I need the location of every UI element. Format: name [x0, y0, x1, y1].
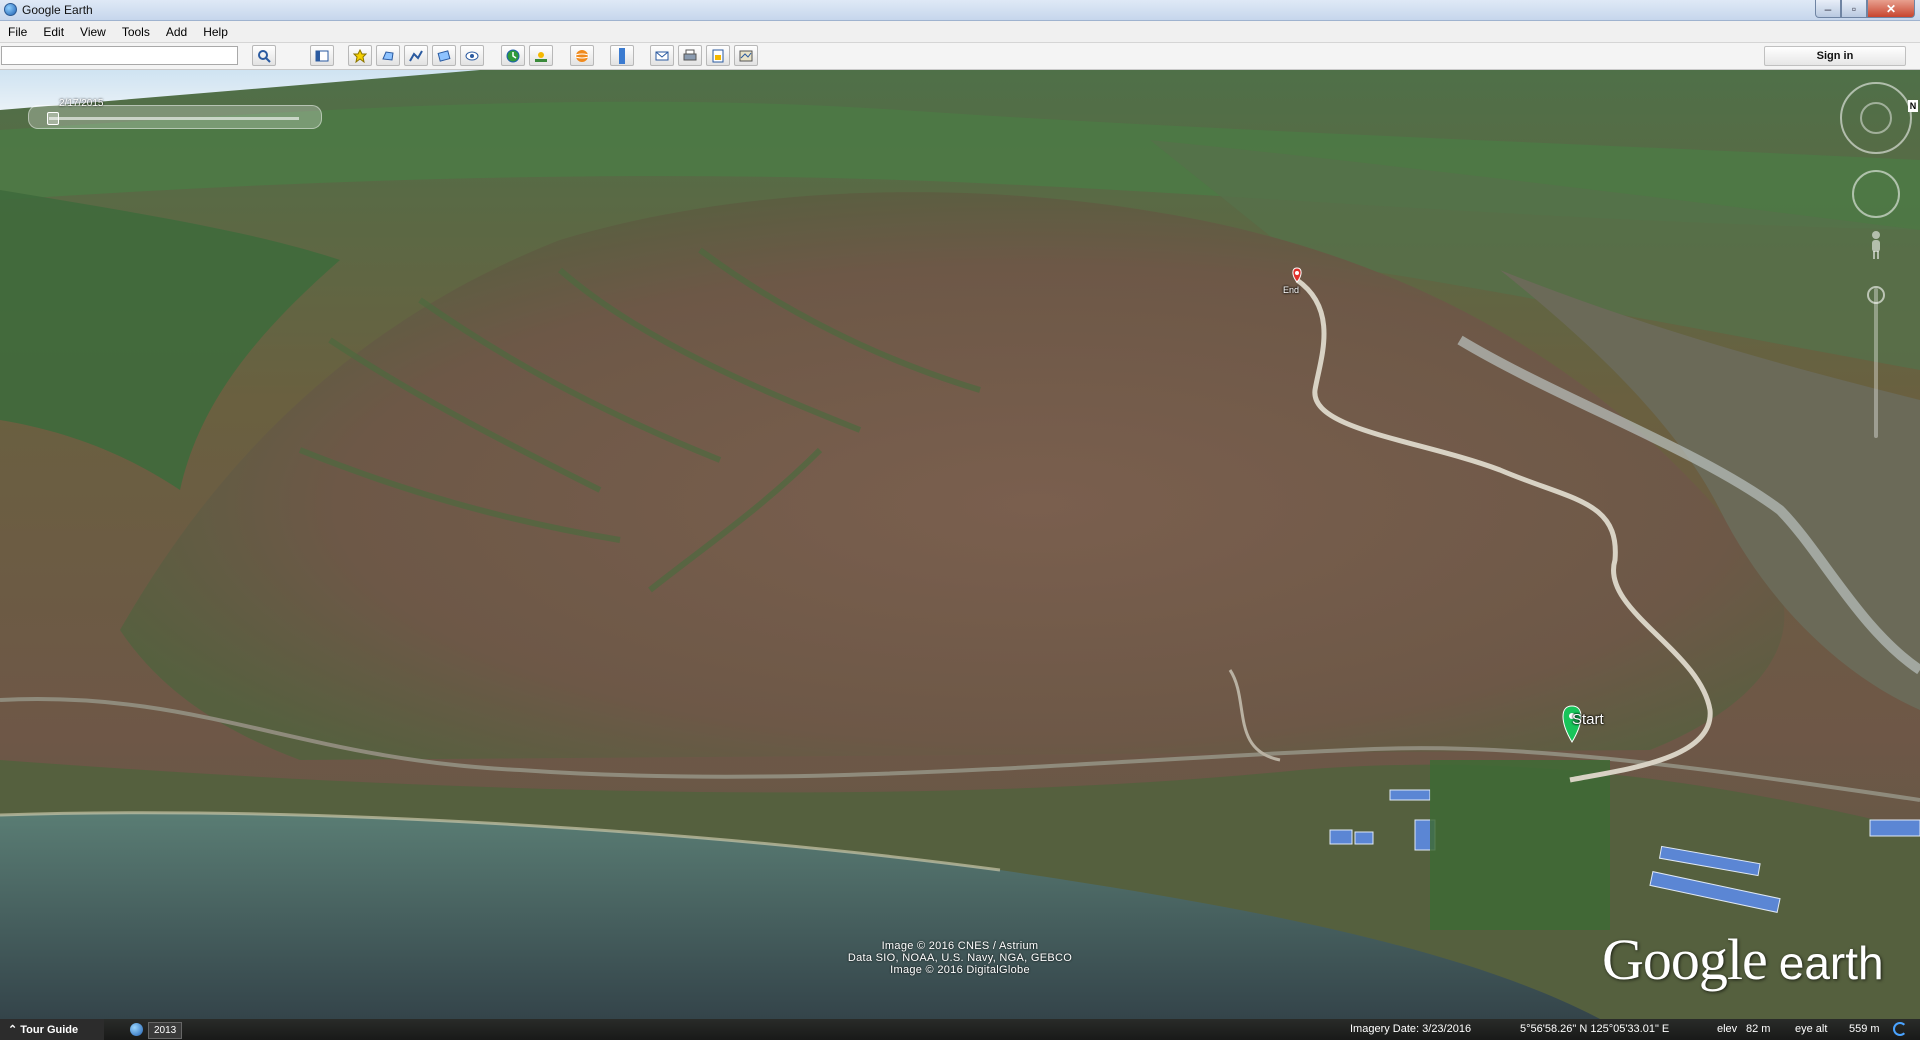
look-joystick[interactable]: [1840, 82, 1912, 154]
imagery-year-button[interactable]: 2013: [148, 1022, 183, 1039]
coordinates-readout: 5°56'58.26" N 125°05'33.01" E: [1520, 1023, 1670, 1035]
menu-add[interactable]: Add: [158, 25, 195, 39]
menu-edit[interactable]: Edit: [35, 25, 72, 39]
add-path-button[interactable]: [404, 45, 428, 66]
status-bar: ⌃ Tour Guide 2013 Imagery Date: 3/23/201…: [0, 1019, 1920, 1040]
add-image-overlay-icon: [437, 49, 451, 62]
slider-track[interactable]: [49, 117, 299, 120]
email-button[interactable]: [650, 45, 674, 66]
imagery-date: Imagery Date: 3/23/2016: [1350, 1023, 1472, 1035]
terrain-imagery: [0, 70, 1920, 1019]
sunlight-icon: [535, 51, 547, 62]
add-image-overlay-button[interactable]: [432, 45, 456, 66]
search-button[interactable]: [252, 45, 276, 66]
eye-altitude-value: 559 m: [1849, 1023, 1880, 1035]
add-placemark-button[interactable]: [348, 45, 372, 66]
view-in-maps-icon: [739, 50, 753, 61]
view-in-maps-button[interactable]: [734, 45, 758, 66]
chevron-up-icon: ⌃: [8, 1024, 21, 1036]
record-tour-icon: [465, 51, 479, 60]
north-up-button[interactable]: N: [1908, 100, 1918, 112]
historical-imagery-slider[interactable]: 2/17/2015: [28, 98, 322, 129]
historical-imagery-status-icon[interactable]: [130, 1023, 143, 1036]
zoom-slider-handle[interactable]: [1867, 286, 1885, 304]
end-placemark-label: End: [1283, 285, 1300, 295]
menu-bar: File Edit View Tools Add Help: [0, 21, 1920, 43]
sidebar-toggle-icon: [315, 50, 329, 61]
save-image-icon: [712, 49, 724, 62]
look-joystick-center[interactable]: [1860, 102, 1892, 134]
print-icon: [683, 49, 697, 60]
email-icon: [655, 51, 669, 60]
toolbar: Sign in: [0, 43, 1920, 70]
historical-imagery-button[interactable]: [501, 45, 525, 66]
navigation-controls: N: [1836, 78, 1918, 438]
menu-view[interactable]: View: [72, 25, 114, 39]
record-tour-button[interactable]: [460, 45, 484, 66]
add-polygon-icon: [382, 50, 394, 61]
elevation-value: 82 m: [1746, 1023, 1771, 1035]
sign-in-button[interactable]: Sign in: [1764, 46, 1906, 66]
street-view-pegman-icon[interactable]: [1869, 230, 1883, 260]
ruler-button[interactable]: [610, 45, 634, 66]
print-button[interactable]: [678, 45, 702, 66]
switch-to-sky-button[interactable]: [570, 45, 594, 66]
menu-tools[interactable]: Tools: [114, 25, 158, 39]
elevation-label: elev: [1717, 1023, 1738, 1035]
sunlight-button[interactable]: [529, 45, 553, 66]
historical-imagery-icon: [506, 49, 520, 62]
streaming-progress-icon: [1893, 1022, 1907, 1036]
search-icon: [258, 49, 271, 63]
search-input[interactable]: [1, 46, 238, 65]
earth-3d-view[interactable]: End Start 2/17/2015 N Image © 2016 CNES …: [0, 70, 1920, 1019]
switch-to-sky-icon: [575, 49, 589, 62]
start-placemark-label: Start: [1572, 711, 1604, 728]
move-joystick[interactable]: [1852, 170, 1900, 218]
add-placemark-icon: [353, 48, 367, 63]
tour-guide-button[interactable]: ⌃ Tour Guide: [0, 1019, 104, 1040]
slider-handle[interactable]: [47, 112, 59, 125]
tour-guide-label: Tour Guide: [20, 1024, 79, 1036]
zoom-slider[interactable]: [1874, 288, 1878, 438]
sidebar-toggle-button[interactable]: [310, 45, 334, 66]
close-button[interactable]: ✕: [1867, 0, 1915, 18]
attribution-line: Image © 2016 DigitalGlobe: [890, 964, 1030, 976]
google-earth-app-icon: [4, 3, 17, 16]
window-title: Google Earth: [22, 3, 93, 17]
attribution-line: Image © 2016 CNES / Astrium: [881, 940, 1039, 952]
title-bar: Google Earth – ▫ ✕: [0, 0, 1920, 21]
logo-earth-text: earth: [1778, 937, 1884, 989]
imagery-attribution: Image © 2016 CNES / Astrium Data SIO, NO…: [740, 940, 1180, 976]
logo-google-text: Google: [1602, 927, 1768, 992]
eye-altitude-label: eye alt: [1795, 1023, 1828, 1035]
menu-help[interactable]: Help: [195, 25, 236, 39]
maximize-button[interactable]: ▫: [1841, 0, 1867, 18]
slider-date: 2/17/2015: [59, 98, 104, 109]
menu-file[interactable]: File: [0, 25, 35, 39]
add-polygon-button[interactable]: [376, 45, 400, 66]
save-image-button[interactable]: [706, 45, 730, 66]
attribution-line: Data SIO, NOAA, U.S. Navy, NGA, GEBCO: [847, 952, 1073, 964]
minimize-button[interactable]: –: [1815, 0, 1841, 18]
ruler-icon: [619, 47, 625, 64]
google-earth-logo: Google earth: [1602, 926, 1884, 993]
add-path-icon: [409, 50, 423, 61]
